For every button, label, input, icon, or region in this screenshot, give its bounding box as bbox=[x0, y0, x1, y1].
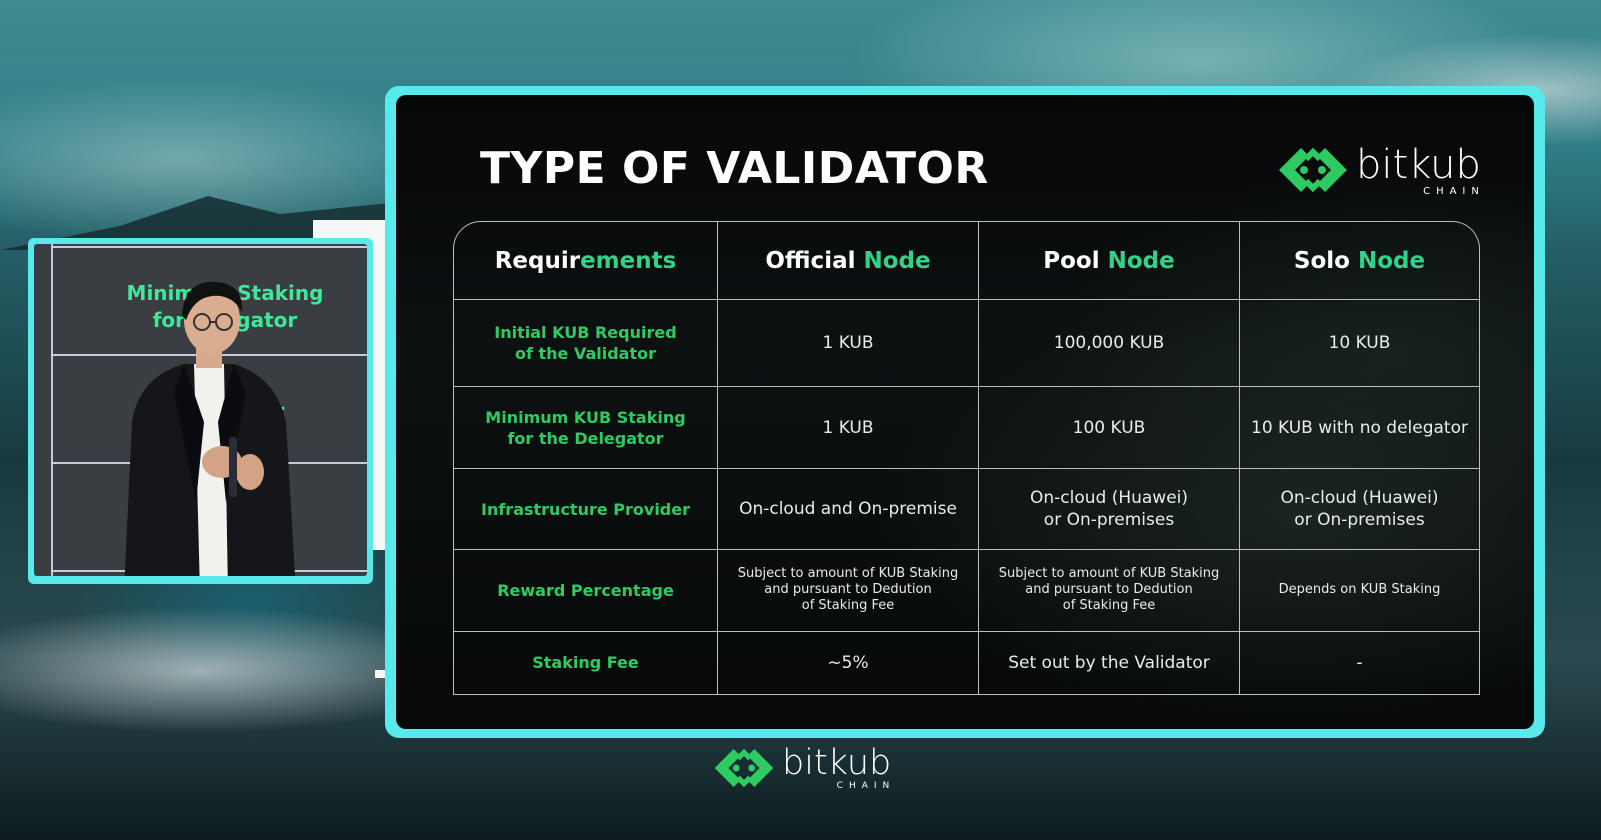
brand-name: bitkub bbox=[782, 743, 892, 783]
microphone-icon bbox=[229, 437, 237, 497]
table-row: Staking Fee ~5% Set out by the Validator… bbox=[453, 631, 1480, 695]
slide-frame: TYPE OF VALIDATOR bitkub CHAIN Requireme… bbox=[385, 86, 1545, 738]
requirement-cell: Minimum KUB Staking for the Delegator bbox=[453, 387, 718, 469]
speaker-video-frame: Minimum Staking for the gator Infr ovide… bbox=[28, 238, 373, 584]
table-row: Reward Percentage Subject to amount of K… bbox=[453, 550, 1480, 632]
solo-node-cell: On-cloud (Huawei) or On-premises bbox=[1240, 468, 1480, 551]
solo-node-cell: - bbox=[1240, 631, 1480, 695]
column-header-pool-node: Pool Node bbox=[979, 221, 1240, 300]
brand-subtitle: CHAIN bbox=[1423, 186, 1485, 197]
table-row: Initial KUB Required of the Validator 1 … bbox=[453, 300, 1480, 388]
brand-name: bitkub bbox=[1356, 142, 1481, 188]
speaker-figure bbox=[124, 281, 296, 576]
pool-node-cell: 100,000 KUB bbox=[979, 300, 1240, 388]
brand-subtitle: CHAIN bbox=[836, 781, 896, 791]
official-node-cell: 1 KUB bbox=[718, 300, 979, 388]
pool-node-cell: 100 KUB bbox=[979, 387, 1240, 469]
pool-node-cell: On-cloud (Huawei) or On-premises bbox=[979, 468, 1240, 551]
footer-bitkub-chain-logo: bitkub CHAIN bbox=[712, 746, 891, 791]
bitkub-logo-icon bbox=[1279, 147, 1347, 193]
bitkub-logo-icon bbox=[714, 748, 774, 788]
screen-grid-line bbox=[51, 244, 53, 576]
requirement-cell: Staking Fee bbox=[453, 631, 718, 695]
official-node-cell: Subject to amount of KUB Staking and pur… bbox=[718, 550, 979, 632]
solo-node-cell: 10 KUB bbox=[1240, 300, 1480, 388]
speaker-video: Minimum Staking for the gator Infr ovide… bbox=[34, 244, 367, 576]
official-node-cell: ~5% bbox=[718, 631, 979, 695]
validator-comparison-table: Requirements Official Node Pool Node Sol… bbox=[453, 221, 1480, 695]
requirement-cell: Initial KUB Required of the Validator bbox=[453, 300, 718, 388]
slide-title: TYPE OF VALIDATOR bbox=[480, 143, 989, 194]
column-header-official-node: Official Node bbox=[718, 221, 979, 300]
table-row: Infrastructure Provider On-cloud and On-… bbox=[453, 468, 1480, 551]
table-row: Minimum KUB Staking for the Delegator 1 … bbox=[453, 387, 1480, 469]
solo-node-cell: 10 KUB with no delegator bbox=[1240, 387, 1480, 469]
bitkub-chain-logo: bitkub CHAIN bbox=[1276, 145, 1481, 197]
presentation-slide: TYPE OF VALIDATOR bitkub CHAIN Requireme… bbox=[396, 95, 1534, 729]
column-header-requirements: Requirements bbox=[453, 221, 718, 300]
pool-node-cell: Set out by the Validator bbox=[979, 631, 1240, 695]
pool-node-cell: Subject to amount of KUB Staking and pur… bbox=[979, 550, 1240, 632]
column-header-solo-node: Solo Node bbox=[1240, 221, 1480, 300]
screen-grid-line bbox=[51, 246, 367, 248]
official-node-cell: On-cloud and On-premise bbox=[718, 468, 979, 551]
solo-node-cell: Depends on KUB Staking bbox=[1240, 550, 1480, 632]
official-node-cell: 1 KUB bbox=[718, 387, 979, 469]
requirement-cell: Reward Percentage bbox=[453, 550, 718, 632]
requirement-cell: Infrastructure Provider bbox=[453, 468, 718, 551]
table-header-row: Requirements Official Node Pool Node Sol… bbox=[453, 221, 1480, 300]
